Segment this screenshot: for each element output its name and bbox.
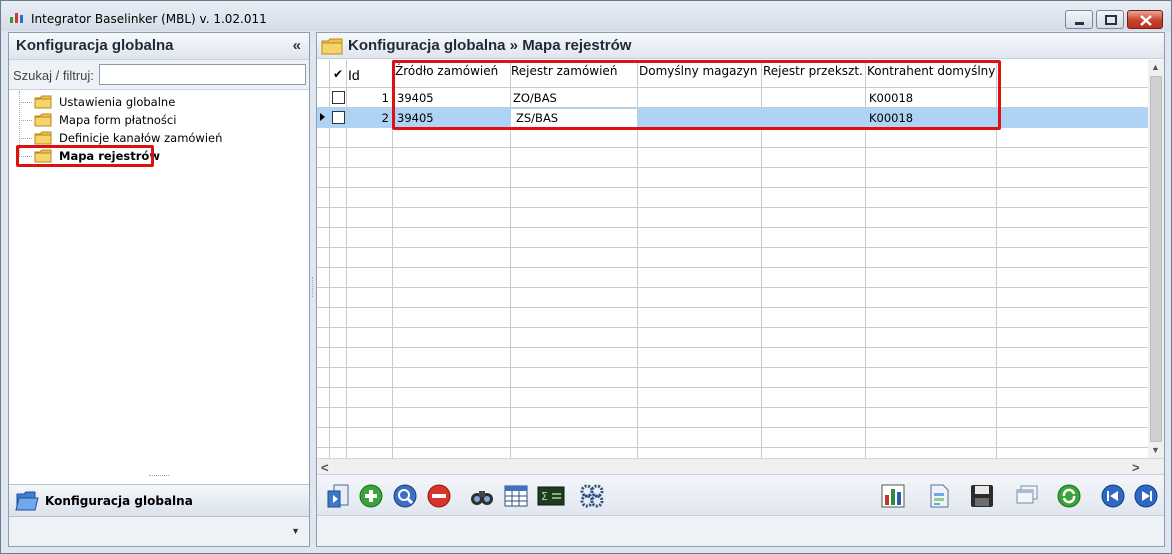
highlight-annotation bbox=[392, 60, 1001, 130]
import-button[interactable] bbox=[325, 483, 351, 509]
window-title: Integrator Baselinker (MBL) v. 1.02.011 bbox=[31, 12, 267, 26]
search-input[interactable] bbox=[99, 64, 306, 85]
title-bar: Integrator Baselinker (MBL) v. 1.02.011 bbox=[1, 1, 1171, 31]
tree-item-label: Mapa form płatności bbox=[59, 113, 177, 127]
scroll-down-icon[interactable]: ▼ bbox=[1151, 445, 1160, 455]
collapse-panel-button[interactable]: « bbox=[293, 37, 301, 54]
scroll-left-icon[interactable]: < bbox=[321, 460, 329, 475]
folder-icon bbox=[34, 113, 52, 127]
content-panel: Konfiguracja globalna » Mapa rejestrów ✔… bbox=[316, 32, 1165, 547]
windows-icon bbox=[1016, 485, 1038, 504]
row-checkbox[interactable] bbox=[332, 91, 345, 104]
select-all-column-header[interactable]: ✔ bbox=[333, 67, 343, 81]
first-record-icon bbox=[1101, 484, 1125, 508]
restore-icon bbox=[1105, 15, 1117, 25]
report-chart-icon bbox=[881, 484, 905, 508]
document-button[interactable] bbox=[926, 483, 952, 509]
column-header-id[interactable]: Id bbox=[348, 67, 360, 83]
search-label: Szukaj / filtruj: bbox=[13, 68, 94, 83]
close-button[interactable] bbox=[1127, 10, 1163, 29]
find-icon bbox=[471, 491, 493, 505]
vertical-scrollbar[interactable]: ▲ ▼ bbox=[1148, 60, 1164, 458]
navigation-title: Konfiguracja globalna bbox=[16, 37, 174, 54]
edit-icon bbox=[393, 484, 417, 508]
windows-button[interactable] bbox=[1013, 483, 1039, 509]
current-row-indicator-icon bbox=[320, 113, 325, 121]
save-button[interactable] bbox=[969, 483, 995, 509]
scroll-up-icon[interactable]: ▲ bbox=[1151, 62, 1160, 72]
add-button[interactable] bbox=[358, 483, 384, 509]
report-button[interactable] bbox=[880, 483, 906, 509]
close-icon bbox=[1140, 15, 1152, 26]
filter-grid-icon bbox=[504, 485, 528, 507]
first-record-button[interactable] bbox=[1100, 483, 1126, 509]
scroll-thumb[interactable] bbox=[1150, 76, 1162, 442]
app-window: Integrator Baselinker (MBL) v. 1.02.011 … bbox=[0, 0, 1172, 554]
document-icon bbox=[930, 484, 949, 508]
navigation-tree: Ustawienia globalne Mapa form płatności … bbox=[9, 91, 309, 471]
grid-filter-button[interactable] bbox=[503, 483, 529, 509]
delete-button[interactable] bbox=[426, 483, 452, 509]
navigation-panel: Konfiguracja globalna « Szukaj / filtruj… bbox=[8, 32, 310, 547]
calculator-button[interactable]: Σ bbox=[537, 483, 565, 509]
action-toolbar: Σ bbox=[317, 474, 1164, 515]
horizontal-scrollbar[interactable]: < > bbox=[317, 458, 1164, 475]
add-icon bbox=[359, 484, 383, 508]
tree-item-label: Ustawienia globalne bbox=[59, 95, 176, 109]
svg-text:Σ: Σ bbox=[541, 490, 548, 503]
content-header: Konfiguracja globalna » Mapa rejestrów bbox=[317, 33, 1164, 59]
minimize-button[interactable] bbox=[1065, 10, 1093, 29]
cell-id: 1 bbox=[381, 91, 389, 105]
settings-gears-icon bbox=[580, 484, 604, 508]
row-checkbox[interactable] bbox=[332, 111, 345, 124]
folder-icon bbox=[34, 131, 52, 145]
next-record-button[interactable] bbox=[1133, 483, 1159, 509]
folder-open-icon bbox=[15, 491, 39, 511]
search-row: Szukaj / filtruj: bbox=[9, 60, 309, 90]
scroll-right-icon[interactable]: > bbox=[1132, 460, 1140, 475]
status-footer bbox=[317, 515, 1164, 546]
minimize-icon bbox=[1075, 22, 1084, 25]
app-logo-icon bbox=[10, 13, 23, 23]
find-button[interactable] bbox=[469, 483, 495, 509]
refresh-button[interactable] bbox=[1056, 483, 1082, 509]
configure-dropdown-icon[interactable]: ▼ bbox=[291, 526, 300, 536]
nav-section-label: Konfiguracja globalna bbox=[45, 494, 193, 508]
next-record-icon bbox=[1134, 484, 1158, 508]
folder-icon bbox=[34, 95, 52, 109]
delete-icon bbox=[427, 484, 451, 508]
cell-id: 2 bbox=[381, 111, 389, 125]
calculator-icon: Σ bbox=[537, 486, 565, 506]
maximize-button[interactable] bbox=[1096, 10, 1124, 29]
edit-button[interactable] bbox=[392, 483, 418, 509]
refresh-icon bbox=[1057, 484, 1081, 508]
splitter-grip[interactable] bbox=[149, 475, 169, 478]
breadcrumb: Konfiguracja globalna » Mapa rejestrów bbox=[348, 37, 632, 54]
import-icon bbox=[327, 484, 349, 508]
highlight-annotation bbox=[16, 145, 154, 167]
nav-section-button[interactable]: Konfiguracja globalna bbox=[9, 484, 309, 517]
tree-item-label: Definicje kanałów zamówień bbox=[59, 131, 223, 145]
save-icon bbox=[971, 485, 993, 507]
registers-grid: ✔ Id Źródło zamówień Rejestr zamówień Do… bbox=[317, 60, 1148, 458]
tree-item-ustawienia-globalne[interactable]: Ustawienia globalne bbox=[19, 93, 299, 111]
settings-button[interactable] bbox=[579, 483, 605, 509]
navigation-header: Konfiguracja globalna « bbox=[9, 33, 309, 60]
nav-footer: ▼ bbox=[9, 517, 309, 546]
folder-icon bbox=[321, 38, 343, 55]
tree-item-mapa-form-platnosci[interactable]: Mapa form płatności bbox=[19, 111, 299, 129]
